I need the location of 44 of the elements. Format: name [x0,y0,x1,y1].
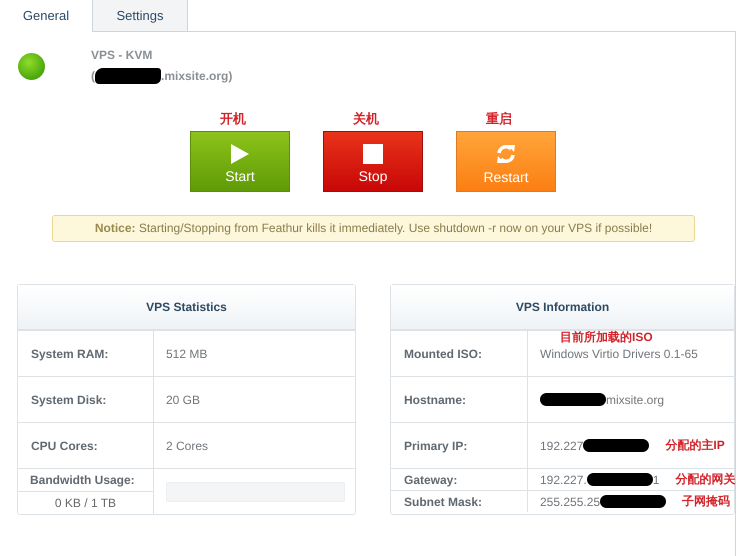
table-title: VPS Statistics [18,285,355,331]
annotation-text: 子网掩码 [682,493,730,510]
redaction-mark [600,495,666,508]
start-button[interactable]: Start [190,131,290,192]
redaction-mark [583,439,650,452]
row-label: System RAM: [18,331,154,376]
notice-text: Notice: Starting/Stopping from Feathur kills it immediately. Use shutdown -r now on your VPS if possible! [52,215,695,242]
stop-button[interactable]: Stop [323,131,423,192]
redaction-mark [95,68,161,84]
annotation-text: 分配的主IP [665,437,725,454]
row-label: Primary IP: [391,423,528,468]
annotation-text: 关机 [353,110,379,128]
value-text: Windows Virtio Drivers 0.1-65 [540,346,698,360]
row-label: CPU Cores: [18,423,154,468]
value-text: 192.227 [540,438,584,452]
value-text: ( [91,69,95,83]
annotation-text: 分配的网关 [675,471,736,488]
server-type: VPS - KVM [91,48,154,62]
refresh-icon [495,142,517,164]
redaction-mark [586,473,653,486]
redaction-mark [540,393,606,406]
annotation-text: 目前所加载的ISO [560,329,653,346]
row-label: Hostname: [391,377,528,422]
row-label: Mounted ISO: [391,331,528,376]
status-dot [18,53,45,80]
value-text: 512 MB [166,346,208,360]
annotation-text: 重启 [486,110,512,128]
bandwidth-reading: 0 KB / 1 TB [18,491,153,514]
value-text: 192.227. [540,472,587,486]
row-label: System Disk: [18,377,154,422]
annotation-text: 开机 [220,110,246,128]
value-text: 2 Cores [166,438,208,452]
value-text: 1 [652,472,660,486]
tab[interactable]: Settings [92,0,188,32]
row-label: Bandwidth Usage: [29,472,136,489]
play-icon [230,144,250,164]
row-label: Subnet Mask: [391,491,528,512]
value-text: 20 GB [166,392,200,406]
table-title: VPS Information [391,285,734,331]
value-text: mixsite.org [606,392,664,406]
row-label: Gateway: [391,469,528,490]
value-text: .mixsite.org) [161,69,232,83]
value-text: 255.255.25 [540,494,600,508]
stop-icon [363,144,383,164]
